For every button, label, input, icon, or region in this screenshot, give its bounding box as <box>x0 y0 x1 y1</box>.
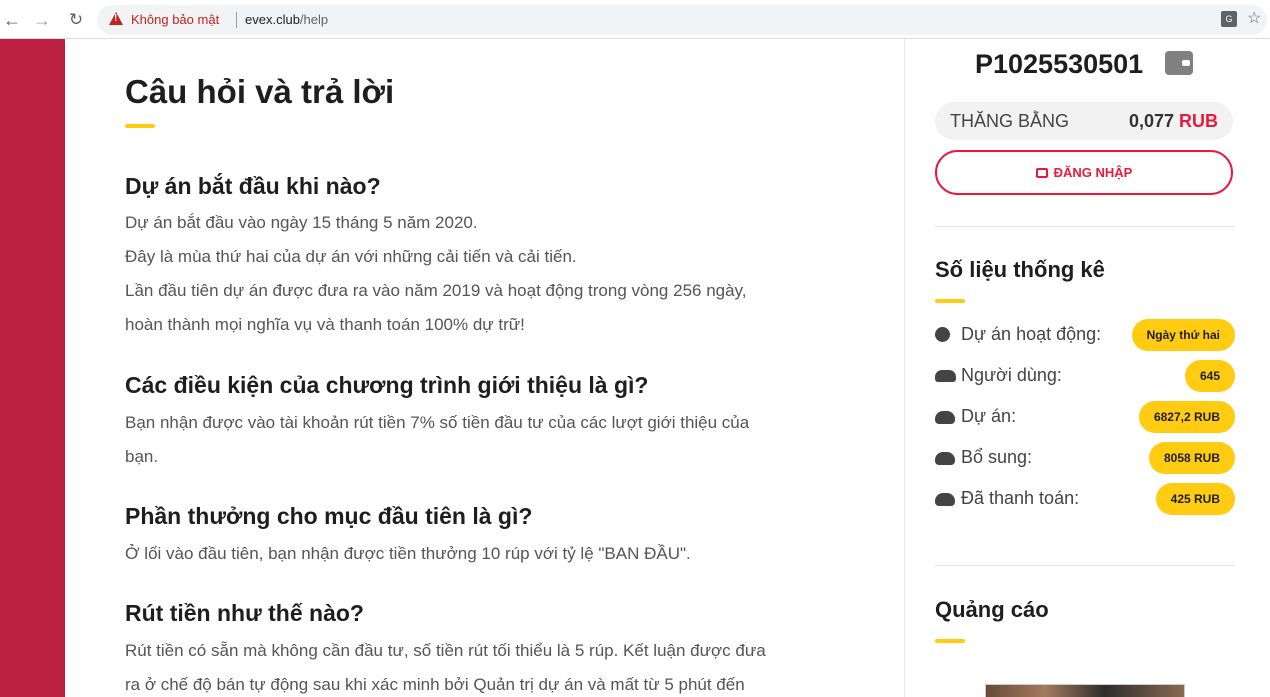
security-label[interactable]: Không bảo mật <box>131 12 219 27</box>
reload-icon[interactable]: ↻ <box>64 8 88 32</box>
balance-currency: RUB <box>1179 111 1218 131</box>
answer-line: Ở lối vào đầu tiên, bạn nhận được tiền t… <box>125 544 691 563</box>
ads-accent-bar <box>935 639 965 643</box>
stat-value-badge: 6827,2 RUB <box>1138 401 1235 433</box>
stat-row-paid: Đã thanh toán: 425 RUB <box>935 483 1235 515</box>
stat-label: Bổ sung: <box>961 447 1033 467</box>
ad-banner-image[interactable] <box>985 684 1185 697</box>
faq-answer: Dự án bắt đầu vào ngày 15 tháng 5 năm 20… <box>125 206 845 342</box>
login-button[interactable]: ĐĂNG NHẬP <box>935 150 1233 195</box>
stat-row-users: Người dùng: 645 <box>935 360 1235 392</box>
address-bar[interactable]: Không bảo mật evex.club/help G ☆ <box>97 5 1267 35</box>
balance-amount: 0,077 <box>1128 111 1174 131</box>
translate-icon[interactable]: G <box>1221 11 1237 27</box>
faq-question: Phần thưởng cho mục đầu tiên là gì? <box>125 503 533 529</box>
faq-main: Câu hỏi và trả lời Dự án bắt đầu khi nào… <box>65 39 905 697</box>
faq-question: Dự án bắt đầu khi nào? <box>125 173 381 199</box>
cloud-download-icon <box>935 493 955 506</box>
left-brand-band <box>0 39 65 697</box>
faq-answer: Ở lối vào đầu tiên, bạn nhận được tiền t… <box>125 537 845 571</box>
sign-in-icon <box>1035 168 1048 178</box>
login-label: ĐĂNG NHẬP <box>1053 165 1133 180</box>
users-icon <box>935 370 956 382</box>
faq-answer: Bạn nhận được vào tài khoản rút tiền 7% … <box>125 406 845 474</box>
answer-line: bạn. <box>125 447 159 466</box>
stat-value-badge: Ngày thứ hai <box>1131 319 1235 351</box>
clock-icon <box>935 327 950 342</box>
warning-icon <box>109 12 123 25</box>
stat-row-project: Dự án: 6827,2 RUB <box>935 401 1235 433</box>
balance-box: THĂNG BẰNG 0,077 RUB <box>935 102 1233 140</box>
divider <box>935 565 1235 566</box>
browser-toolbar: ← → ↻ Không bảo mật evex.club/help G ☆ <box>0 0 1270 39</box>
answer-line: hoàn thành mọi nghĩa vụ và thanh toán 10… <box>125 315 525 334</box>
stats-heading: Số liệu thống kê <box>935 257 1105 282</box>
balance-label: THĂNG BẰNG <box>950 111 1070 131</box>
stat-row-active: Dự án hoạt động: Ngày thứ hai <box>935 319 1235 351</box>
stat-label: Dự án: <box>961 406 1017 426</box>
forward-arrow-icon[interactable]: → <box>30 8 54 32</box>
stat-value-badge: 645 <box>1184 360 1235 392</box>
ads-heading: Quảng cáo <box>935 597 1049 622</box>
stat-row-deposits: Bổ sung: 8058 RUB <box>935 442 1235 474</box>
stats-accent-bar <box>935 299 965 303</box>
answer-line: Rút tiền có sẵn mà không cần đầu tư, số … <box>125 641 766 660</box>
wallet-icon[interactable] <box>1165 51 1193 75</box>
url-path: /help <box>299 12 329 27</box>
answer-line: ra ở chế độ bán tự động sau khi xác minh… <box>125 675 745 694</box>
stat-label: Dự án hoạt động: <box>961 324 1102 344</box>
url-text[interactable]: evex.club/help <box>245 12 328 27</box>
stat-label: Đã thanh toán: <box>961 488 1080 508</box>
faq-answer: Rút tiền có sẵn mà không cần đầu tư, số … <box>125 634 845 697</box>
account-id: P1025530501 <box>975 49 1144 79</box>
faq-question: Rút tiền như thế nào? <box>125 600 364 626</box>
stat-value-badge: 425 RUB <box>1155 483 1235 515</box>
page-title: Câu hỏi và trả lời <box>125 73 395 110</box>
back-arrow-icon[interactable]: ← <box>0 8 24 32</box>
sidebar: P1025530501 THĂNG BẰNG 0,077 RUB ĐĂNG NH… <box>905 39 1270 697</box>
title-accent-bar <box>125 124 155 128</box>
url-separator <box>236 12 237 28</box>
answer-line: Dự án bắt đầu vào ngày 15 tháng 5 năm 20… <box>125 213 478 232</box>
faq-question: Các điều kiện của chương trình giới thiệ… <box>125 372 649 398</box>
answer-line: Đây là mùa thứ hai của dự án với những c… <box>125 247 577 266</box>
stat-value-badge: 8058 RUB <box>1148 442 1235 474</box>
answer-line: Bạn nhận được vào tài khoản rút tiền 7% … <box>125 413 750 432</box>
stat-label: Người dùng: <box>961 365 1062 385</box>
cloud-upload-icon <box>935 452 955 465</box>
cloud-icon <box>935 411 955 424</box>
url-host: evex.club <box>245 12 300 27</box>
bookmark-star-icon[interactable]: ☆ <box>1247 8 1261 28</box>
balance-value: 0,077 RUB <box>1129 111 1218 132</box>
divider <box>935 226 1235 227</box>
answer-line: Lần đầu tiên dự án được đưa ra vào năm 2… <box>125 281 747 300</box>
